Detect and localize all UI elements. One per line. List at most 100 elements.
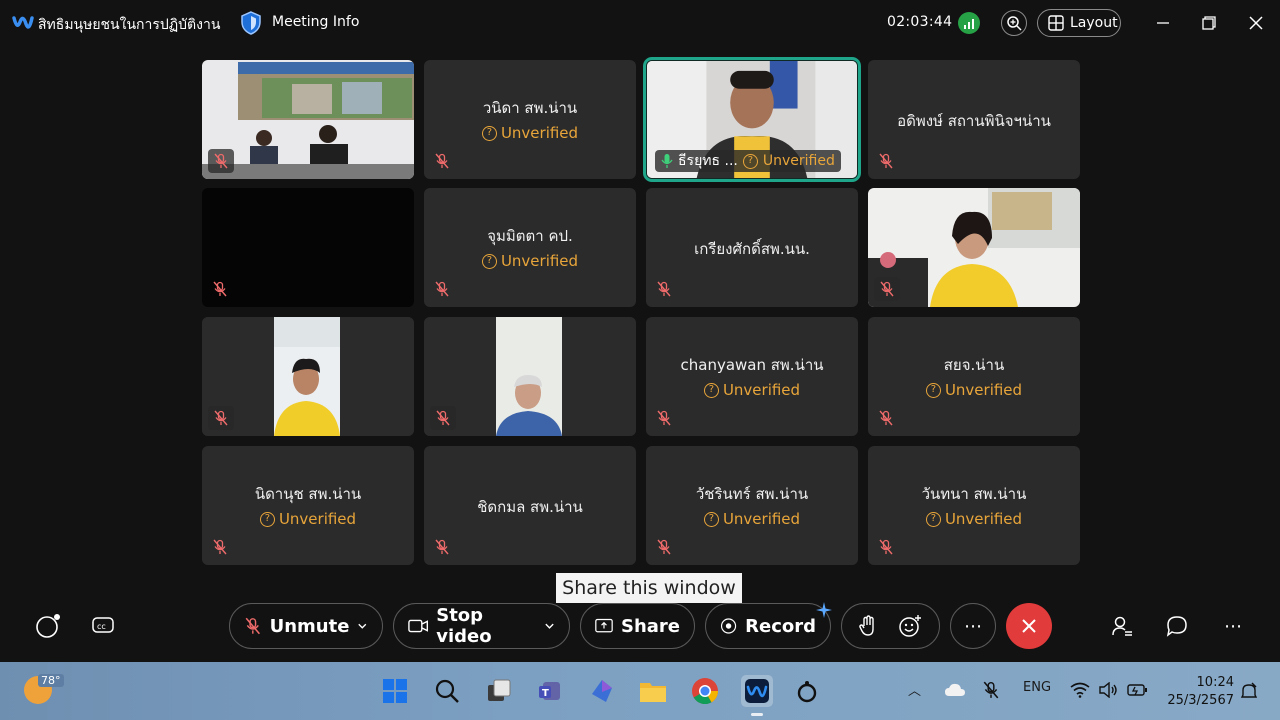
unverified-status: ? Unverified (424, 124, 636, 142)
participant-name: วันทนา สพ.น่าน (921, 485, 1027, 503)
unmute-label: Unmute (269, 615, 350, 637)
layout-button[interactable]: Layout (1037, 9, 1121, 37)
layout-label: Layout (1070, 15, 1118, 31)
participant-name: อดิพงษ์ สถานพินิจฯน่าน (897, 112, 1051, 130)
share-screen-icon (595, 618, 613, 633)
question-icon: ? (259, 511, 275, 527)
sparkle-icon (816, 602, 832, 618)
participant-name: ชิดกมล สพ.น่าน (477, 498, 583, 516)
share-tooltip: Share this window (556, 573, 742, 603)
participant-tile[interactable]: อดิพงษ์ สถานพินิจฯน่าน (868, 60, 1080, 179)
unverified-status: ? Unverified (424, 252, 636, 270)
question-icon: ? (481, 125, 497, 141)
unverified-status: ? Unverified (868, 510, 1080, 528)
volume-icon[interactable] (1098, 681, 1118, 702)
unverified-status: ? Unverified (202, 510, 414, 528)
webex-logo-icon (12, 16, 34, 29)
muted-mic-icon (874, 277, 900, 301)
muted-mic-icon (212, 281, 230, 299)
windows-start-icon[interactable] (380, 676, 410, 706)
question-icon: ? (703, 382, 719, 398)
chevron-up-icon[interactable]: ︿ (908, 680, 921, 699)
participant-name: วนิดา สพ.น่าน (482, 99, 578, 117)
speaker-name-label: ธีรยุทธ ... ? Unverified (655, 150, 841, 172)
record-button[interactable]: Record (705, 603, 831, 649)
app-ring-icon[interactable] (792, 676, 822, 706)
meeting-name: สิทธิมนุษยชนในการปฏิบัติงาน (38, 17, 221, 33)
muted-mic-icon (245, 617, 260, 635)
participant-tile[interactable]: เกรียงศักดิ์สพ.นน. (646, 188, 858, 307)
unverified-status: ? Unverified (646, 510, 858, 528)
webex-meeting-window: สิทธิมนุษยชนในการปฏิบัติงาน Meeting Info… (0, 0, 1280, 720)
stop-video-button[interactable]: Stop video (393, 603, 570, 649)
participant-tile[interactable]: วนิดา สพ.น่าน ? Unverified (424, 60, 636, 179)
chrome-icon[interactable] (690, 676, 720, 706)
unmute-button[interactable]: Unmute (229, 603, 383, 649)
copilot-icon[interactable] (587, 676, 617, 706)
zoom-icon[interactable] (1001, 10, 1027, 36)
participant-name: วัชรินทร์ สพ.น่าน (695, 485, 809, 503)
more-options-button[interactable]: ⋯ (950, 603, 996, 649)
chat-icon[interactable] (1162, 611, 1192, 641)
participant-tile[interactable]: ชิดกมล สพ.น่าน (424, 446, 636, 565)
wifi-icon[interactable] (1070, 682, 1090, 702)
task-view-icon[interactable] (484, 676, 514, 706)
restore-icon[interactable] (1196, 10, 1222, 36)
participant-tile[interactable] (202, 317, 414, 436)
close-icon[interactable] (1243, 10, 1269, 36)
video-camera-icon (408, 619, 429, 633)
question-icon: ? (481, 253, 497, 269)
muted-mic-icon (878, 153, 896, 171)
chevron-down-icon[interactable] (544, 620, 555, 632)
participant-tile[interactable]: นิดานุช สพ.น่าน ? Unverified (202, 446, 414, 565)
microphone-icon (661, 154, 673, 168)
participant-name: chanyawan สพ.น่าน (680, 356, 824, 374)
input-language[interactable]: ENG (1023, 680, 1051, 695)
closed-captions-icon[interactable]: cc (88, 611, 118, 641)
leave-meeting-button[interactable] (1006, 603, 1052, 649)
battery-icon[interactable] (1126, 682, 1148, 702)
webex-taskbar-icon[interactable] (741, 675, 773, 716)
active-speaker-tile[interactable]: ธีรยุทธ ... ? Unverified (643, 57, 861, 182)
shield-icon[interactable] (240, 11, 262, 35)
participant-name: นิดานุช สพ.น่าน (254, 485, 362, 503)
participant-tile[interactable]: สยจ.น่าน ? Unverified (868, 317, 1080, 436)
muted-mic-icon (212, 539, 230, 557)
title-bar: สิทธิมนุษยชนในการปฏิบัติงาน Meeting Info… (0, 0, 1280, 46)
teams-icon[interactable]: T (535, 676, 565, 706)
minimize-icon[interactable] (1150, 10, 1176, 36)
participant-tile[interactable] (868, 188, 1080, 307)
apps-icon[interactable] (33, 611, 63, 641)
muted-mic-icon (434, 539, 452, 557)
onedrive-cloud-icon[interactable] (944, 682, 966, 702)
chevron-down-icon[interactable] (357, 620, 368, 632)
close-icon (1022, 619, 1036, 633)
notification-icon[interactable] (1240, 682, 1258, 704)
participant-tile[interactable] (424, 317, 636, 436)
system-clock[interactable]: 10:24 25/3/2567 (1160, 674, 1234, 710)
emoji-reaction-icon[interactable] (898, 614, 922, 638)
muted-mic-icon (434, 153, 452, 171)
muted-mic-icon (656, 410, 674, 428)
participant-tile[interactable] (202, 188, 414, 307)
muted-mic-icon (656, 281, 674, 299)
file-explorer-icon[interactable] (638, 676, 668, 706)
search-icon[interactable] (432, 676, 462, 706)
stop-video-label: Stop video (436, 605, 492, 647)
meeting-info-button[interactable]: Meeting Info (272, 14, 359, 30)
participant-tile[interactable] (202, 60, 414, 179)
raise-hand-icon[interactable] (858, 615, 878, 637)
participant-tile[interactable]: วันทนา สพ.น่าน ? Unverified (868, 446, 1080, 565)
more-panels-icon[interactable]: ⋯ (1218, 611, 1248, 641)
record-icon (720, 618, 737, 634)
share-button[interactable]: Share (580, 603, 695, 649)
mic-muted-tray-icon[interactable] (982, 680, 1000, 704)
participant-tile[interactable]: chanyawan สพ.น่าน ? Unverified (646, 317, 858, 436)
share-label: Share (620, 615, 680, 637)
network-signal-icon[interactable] (958, 12, 980, 34)
participants-icon[interactable] (1107, 611, 1137, 641)
meeting-timer: 02:03:44 (887, 14, 953, 30)
participant-tile[interactable]: วัชรินทร์ สพ.น่าน ? Unverified (646, 446, 858, 565)
muted-mic-icon (878, 539, 896, 557)
participant-tile[interactable]: จุมมิตตา คป. ? Unverified (424, 188, 636, 307)
